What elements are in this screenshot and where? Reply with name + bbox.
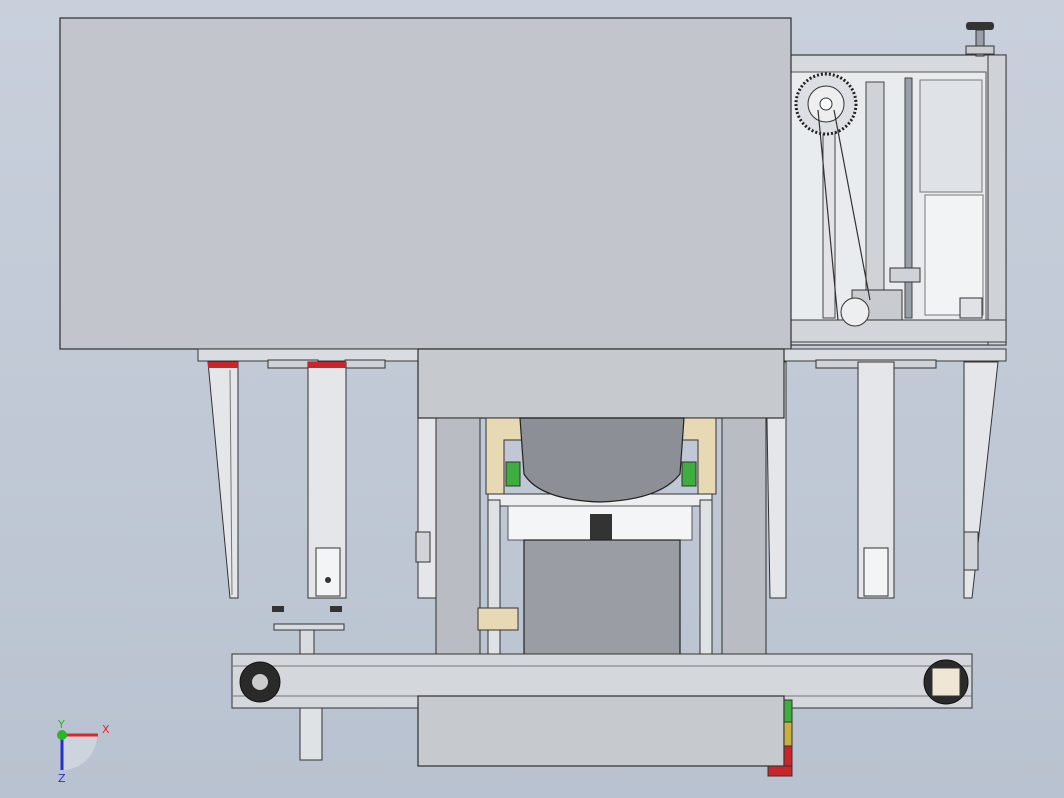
assembly-drawing: X Y Z — [57, 17, 1007, 785]
cad-viewport[interactable]: X Y Z — [0, 0, 1064, 798]
y-axis-dot — [57, 730, 67, 740]
right-support-leg-2 — [963, 361, 999, 599]
press-head-block — [417, 348, 785, 419]
left-support-leg-1 — [207, 361, 239, 599]
z-axis-label: Z — [58, 772, 66, 785]
base-block — [417, 695, 785, 767]
main-cover-panel — [59, 17, 792, 350]
hopper-bowl — [519, 417, 685, 503]
left-support-leg-2 — [307, 361, 347, 599]
green-roller-left — [505, 461, 521, 487]
green-roller-right — [681, 461, 697, 487]
right-support-leg-1 — [857, 361, 895, 599]
y-axis-label: Y — [57, 718, 65, 731]
x-axis-label: X — [102, 723, 110, 736]
orientation-triad: X Y Z — [57, 718, 110, 785]
right-housing-frame — [789, 22, 1007, 346]
